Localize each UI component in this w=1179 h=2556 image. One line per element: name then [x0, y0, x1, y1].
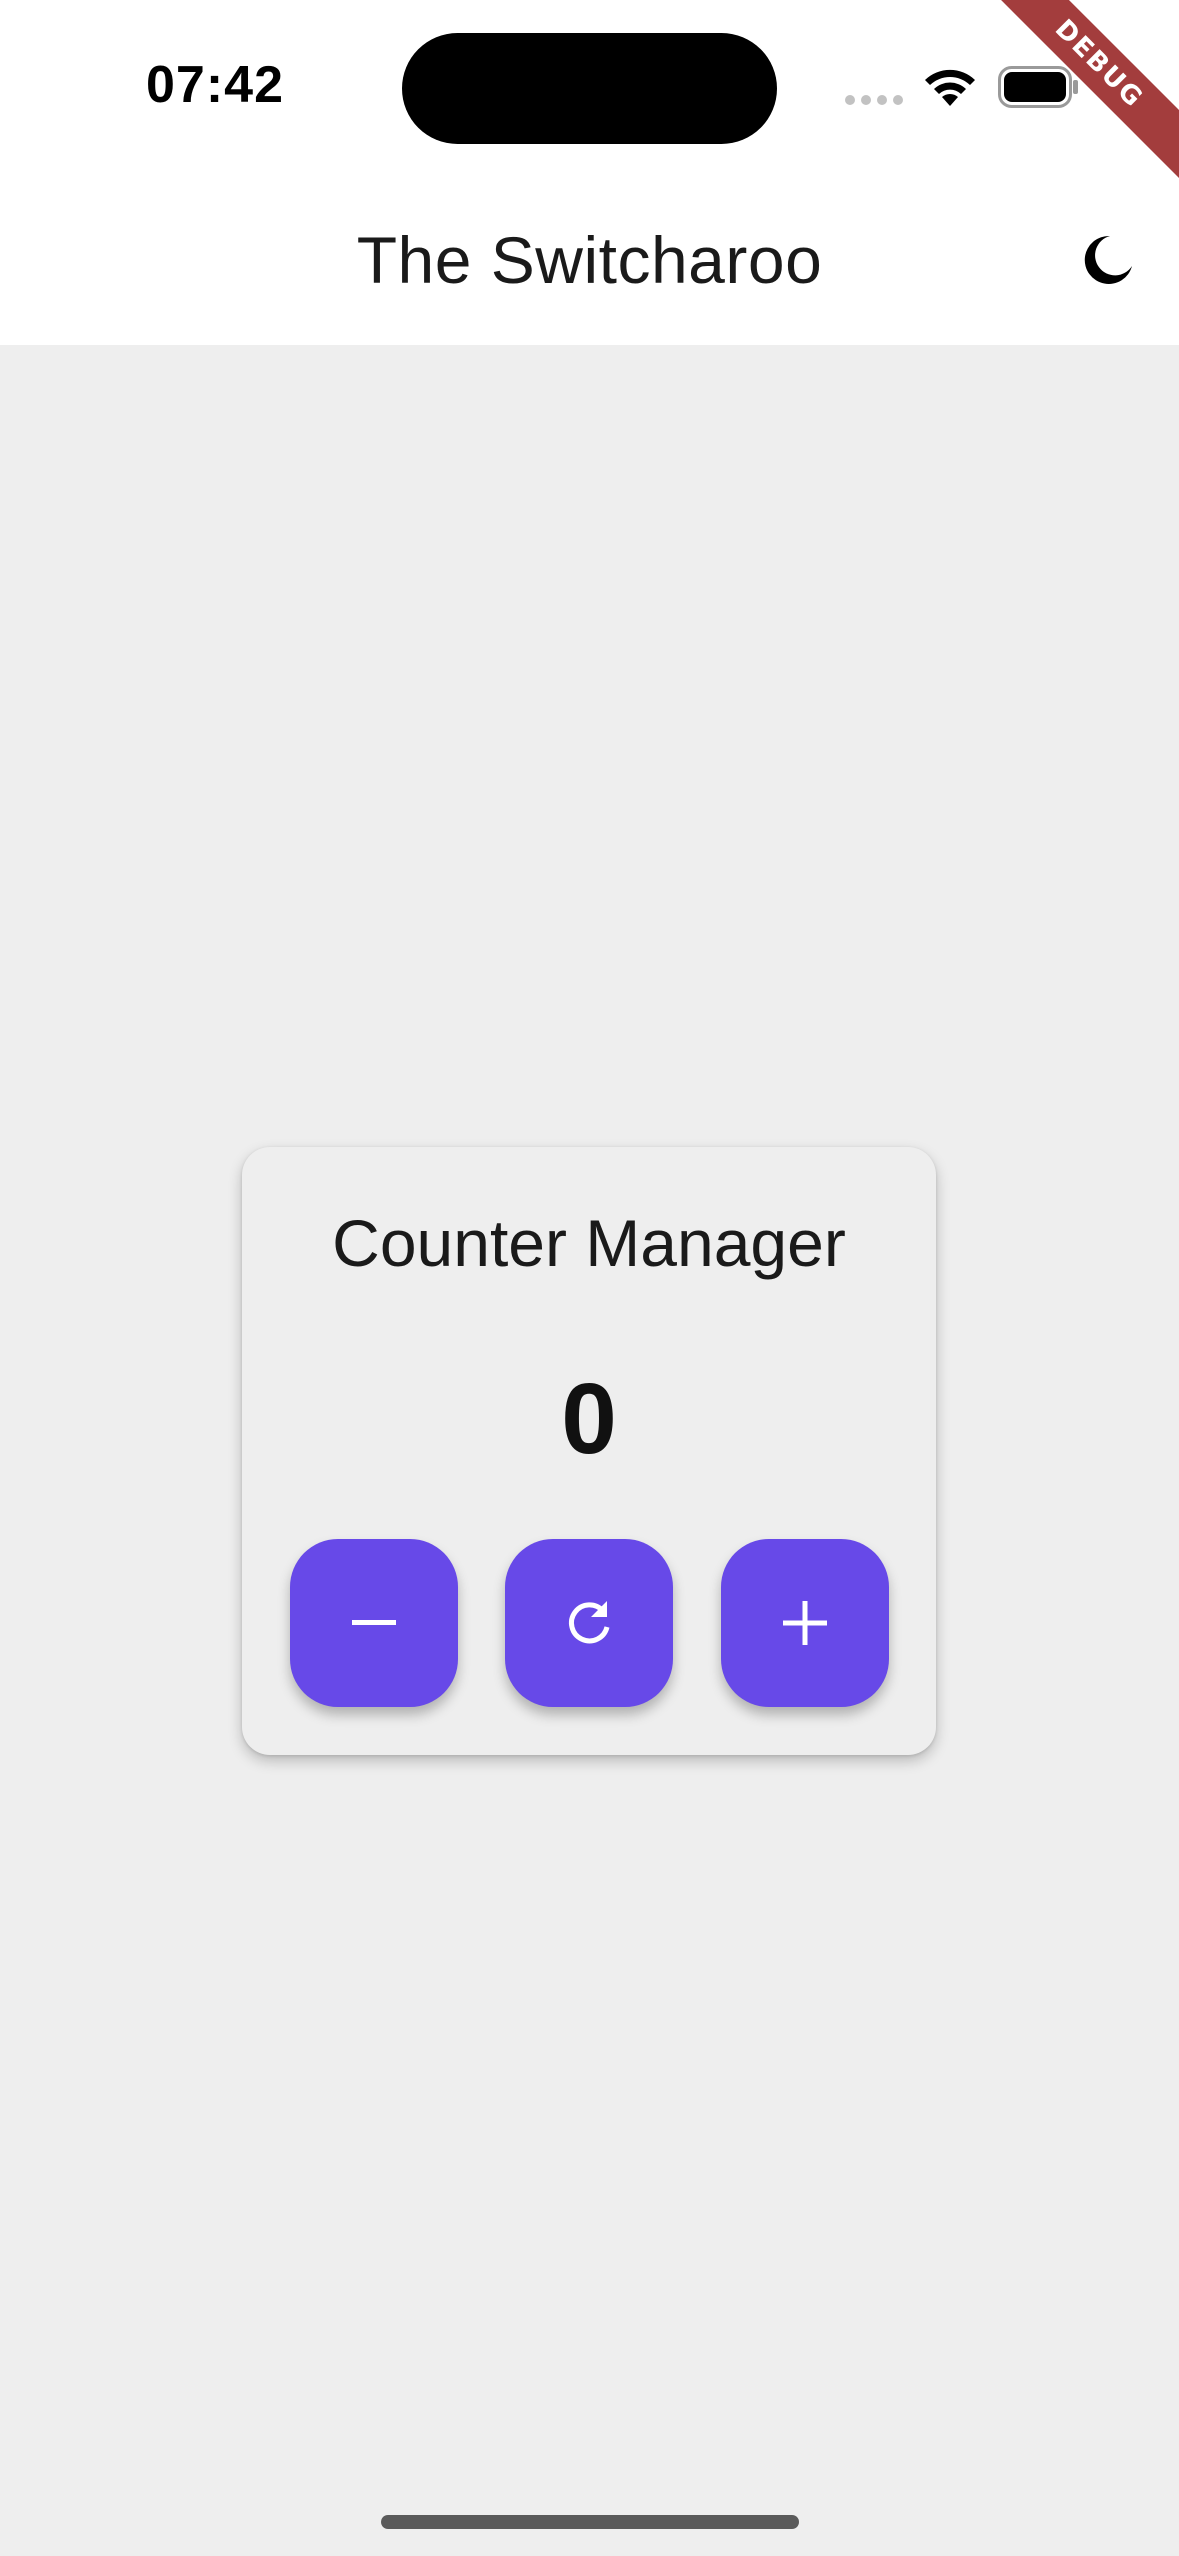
app-title: The Switcharoo	[356, 223, 823, 297]
dynamic-island	[402, 33, 777, 144]
card-title: Counter Manager	[332, 1206, 846, 1280]
wifi-icon	[925, 69, 975, 106]
top-area: 07:42 The Switcharoo	[0, 0, 1179, 345]
decrement-button[interactable]	[290, 1539, 458, 1707]
battery-icon	[998, 66, 1078, 108]
counter-value: 0	[561, 1363, 617, 1475]
reset-button[interactable]	[505, 1539, 673, 1707]
minus-icon	[352, 1620, 396, 1625]
counter-card: Counter Manager 0	[242, 1147, 936, 1755]
cellular-signal-icon	[845, 95, 903, 105]
plus-icon	[783, 1601, 827, 1645]
home-indicator[interactable]	[381, 2515, 799, 2529]
moon-icon[interactable]	[1076, 230, 1136, 290]
status-time: 07:42	[146, 56, 284, 114]
refresh-icon	[569, 1601, 610, 1644]
increment-button[interactable]	[721, 1539, 889, 1707]
